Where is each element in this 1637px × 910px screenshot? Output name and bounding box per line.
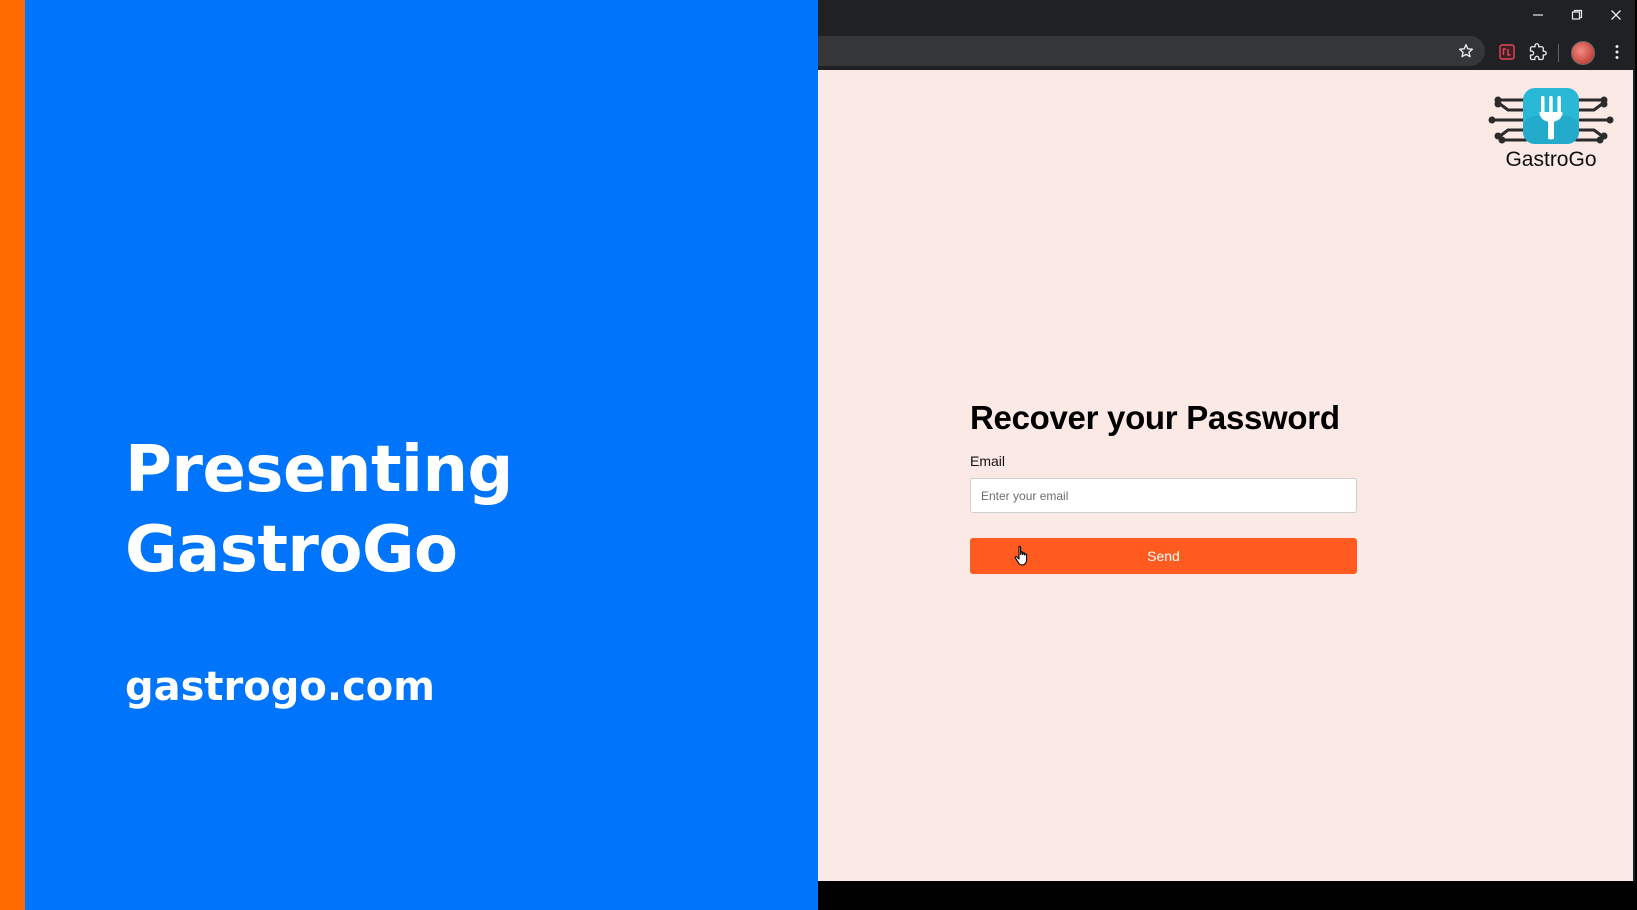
slide-title-line1: Presenting bbox=[125, 433, 513, 507]
web-page: GastroGo Recover your Password Email Sen… bbox=[818, 70, 1633, 881]
presentation-slide: Presenting GastroGo gastrogo.com bbox=[25, 0, 818, 910]
slide-url: gastrogo.com bbox=[125, 664, 435, 710]
extension-badge-icon[interactable] bbox=[1498, 43, 1516, 61]
restore-icon[interactable] bbox=[1557, 0, 1596, 30]
window-controls bbox=[1518, 0, 1635, 30]
send-button[interactable]: Send bbox=[970, 538, 1357, 574]
slide-title: Presenting GastroGo bbox=[125, 430, 513, 590]
orange-accent-stripe bbox=[0, 0, 25, 910]
avatar[interactable] bbox=[1571, 41, 1595, 65]
browser-toolbar bbox=[818, 34, 1635, 70]
logo-text: GastroGo bbox=[1505, 148, 1597, 171]
screen: Presenting GastroGo gastrogo.com GastroG… bbox=[0, 0, 1637, 910]
send-button-label: Send bbox=[1147, 548, 1180, 564]
address-bar[interactable] bbox=[818, 36, 1485, 66]
slide-title-line2: GastroGo bbox=[125, 513, 458, 587]
minimize-icon[interactable] bbox=[1518, 0, 1557, 30]
logo[interactable]: GastroGo bbox=[1486, 86, 1616, 176]
email-label: Email bbox=[970, 453, 1006, 469]
toolbar-divider bbox=[1558, 44, 1559, 62]
star-icon[interactable] bbox=[1457, 42, 1475, 60]
taskbar-strip bbox=[818, 881, 1635, 910]
browser-titlebar bbox=[818, 0, 1635, 34]
puzzle-icon[interactable] bbox=[1529, 43, 1547, 61]
recover-password-form: Recover your Password Email Send bbox=[970, 398, 1358, 574]
close-icon[interactable] bbox=[1596, 0, 1635, 30]
browser-window: GastroGo Recover your Password Email Sen… bbox=[818, 0, 1635, 910]
more-vert-icon[interactable] bbox=[1608, 43, 1626, 61]
page-title: Recover your Password bbox=[970, 399, 1340, 436]
fork-circuit-icon bbox=[1488, 88, 1614, 144]
email-field[interactable] bbox=[970, 478, 1357, 513]
hand-pointer-cursor-icon bbox=[1014, 545, 1028, 566]
